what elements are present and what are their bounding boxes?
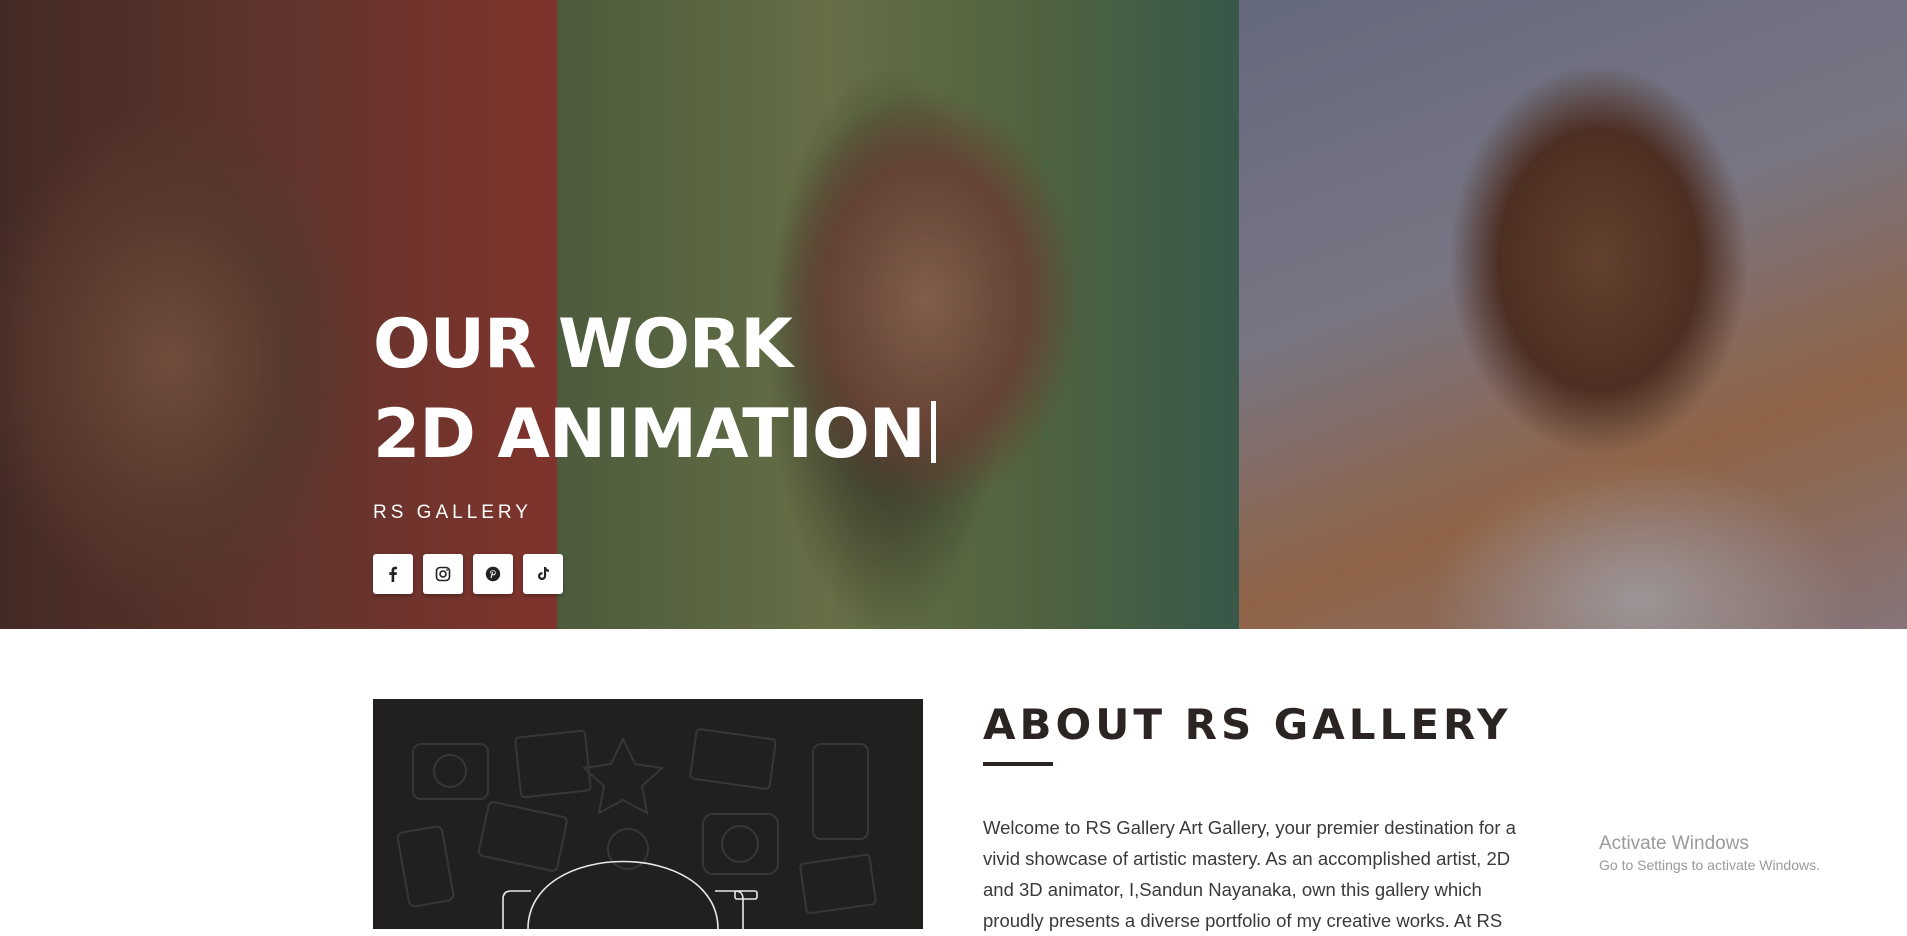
watermark-subtitle: Go to Settings to activate Windows.: [1599, 857, 1820, 873]
facebook-button[interactable]: [373, 554, 413, 594]
about-illustration: [373, 699, 923, 929]
hero-subtitle: RS GALLERY: [373, 502, 532, 523]
facebook-icon: [389, 566, 397, 582]
title-underline: [983, 762, 1053, 766]
about-description: Welcome to RS Gallery Art Gallery, your …: [983, 817, 1516, 931]
windows-activation-watermark: Activate Windows Go to Settings to activ…: [1599, 833, 1820, 873]
hero-content: OUR WORK 2D ANIMATION RS GALLERY: [373, 300, 936, 594]
tiktok-button[interactable]: [523, 554, 563, 594]
social-links: [373, 554, 936, 594]
instagram-button[interactable]: [423, 554, 463, 594]
typing-cursor: [930, 401, 936, 463]
hero-title-line-1: OUR WORK: [373, 305, 793, 384]
instagram-icon: [435, 566, 451, 582]
typed-text: 2D ANIMATION: [373, 395, 926, 474]
pinterest-icon: [485, 566, 501, 582]
hero-overlay: [0, 0, 1907, 629]
about-title: ABOUT RS GALLERY: [983, 700, 1512, 749]
watermark-title: Activate Windows: [1599, 833, 1749, 854]
camera-doodle-illustration: [396, 728, 877, 929]
pinterest-button[interactable]: [473, 554, 513, 594]
tiktok-icon: [538, 567, 549, 580]
hero-banner: OUR WORK 2D ANIMATION RS GALLERY: [0, 0, 1907, 629]
hero-title-line-2: 2D ANIMATION: [373, 390, 936, 480]
